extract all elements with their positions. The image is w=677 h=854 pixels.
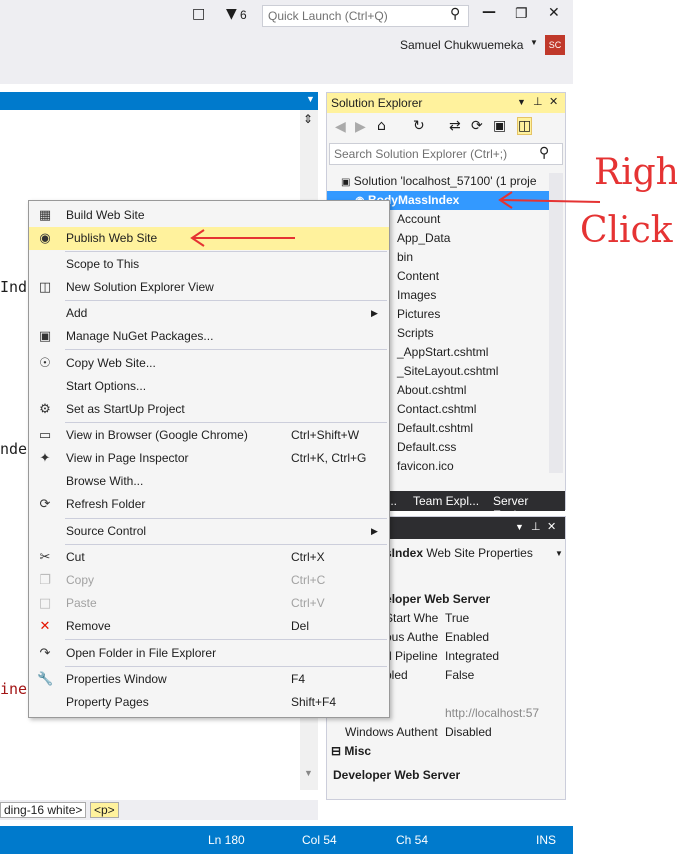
annotation-right: Right bbox=[594, 152, 677, 193]
annotation-overlay bbox=[190, 191, 601, 247]
annotation-click: Click bbox=[580, 210, 673, 251]
arrow-to-project bbox=[499, 199, 601, 203]
